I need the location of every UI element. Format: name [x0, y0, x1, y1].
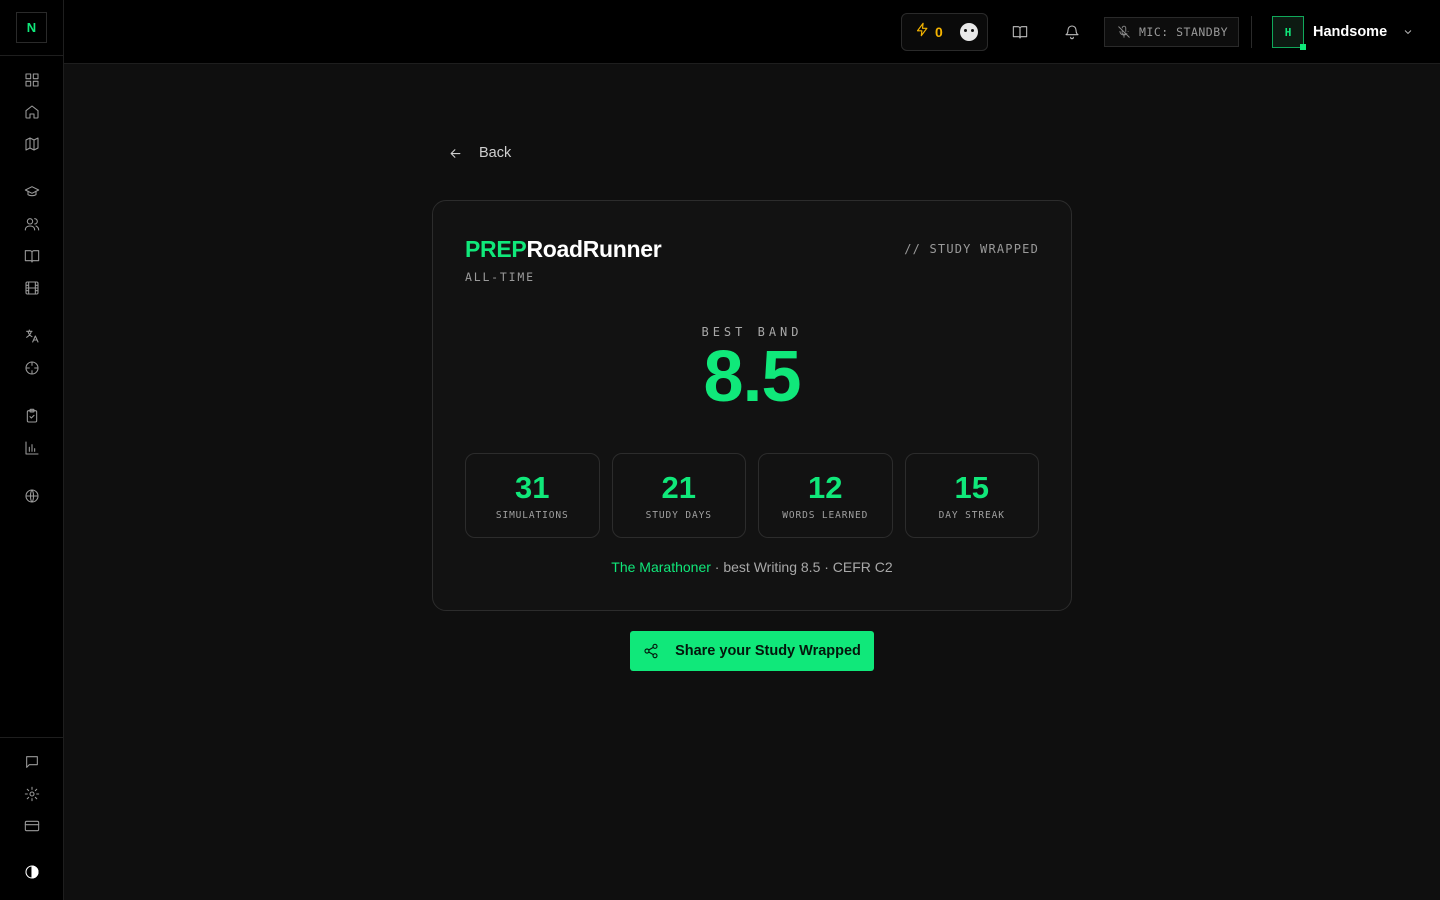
gear-icon[interactable]: [22, 784, 42, 804]
stat-value: 21: [661, 470, 696, 505]
clipboard-check-icon[interactable]: [22, 406, 42, 426]
energy-count: 0: [935, 24, 943, 40]
period-label: ALL-TIME: [465, 270, 535, 284]
stat-card: 15 DAY STREAK: [904, 453, 1039, 538]
mic-status-text: MIC: STANDBY: [1139, 25, 1229, 39]
avatar-initial: H: [1284, 25, 1292, 39]
energy-widget[interactable]: 0: [901, 13, 988, 51]
map-icon[interactable]: [22, 134, 42, 154]
stat-value: 12: [808, 470, 843, 505]
arrow-left-icon: [450, 148, 461, 158]
top-bar: 0 MIC: STANDBY H Handsome: [64, 0, 1440, 64]
summary-line: The Marathoner · best Writing 8.5 · CEFR…: [433, 559, 1071, 575]
dashboard-icon[interactable]: [22, 70, 42, 90]
persona-title: The Marathoner: [611, 559, 711, 575]
back-label: Back: [479, 145, 512, 161]
study-wrapped-tagline: // STUDY WRAPPED: [904, 242, 1039, 256]
brand-highlight: PREP: [465, 236, 527, 262]
film-icon[interactable]: [22, 278, 42, 298]
brand-title: PREPRoadRunner: [465, 236, 662, 263]
stat-label: WORDS LEARNED: [782, 510, 869, 521]
target-icon[interactable]: [22, 358, 42, 378]
mic-off-icon: [1118, 25, 1130, 38]
stat-value: 15: [954, 470, 989, 505]
user-menu[interactable]: H Handsome: [1272, 16, 1414, 50]
credit-card-icon[interactable]: [22, 816, 42, 836]
avatar: H: [1272, 16, 1306, 50]
stat-value: 31: [515, 470, 550, 505]
share-icon: [644, 643, 658, 659]
mic-status-button[interactable]: MIC: STANDBY: [1104, 17, 1239, 47]
topbar-divider: [1251, 16, 1252, 48]
logo-container: N: [0, 0, 63, 56]
stats-row: 31 SIMULATIONS 21 STUDY DAYS 12 WORDS LE…: [465, 453, 1039, 538]
stat-label: STUDY DAYS: [645, 510, 712, 521]
users-icon[interactable]: [22, 214, 42, 234]
translate-icon[interactable]: [22, 326, 42, 346]
bell-icon[interactable]: [1062, 22, 1082, 42]
share-label: Share your Study Wrapped: [675, 643, 861, 659]
study-wrapped-card: PREPRoadRunner ALL-TIME // STUDY WRAPPED…: [432, 200, 1072, 611]
home-icon[interactable]: [22, 102, 42, 122]
theme-toggle-icon[interactable]: [22, 862, 42, 882]
bar-chart-icon[interactable]: [22, 438, 42, 458]
sidebar: N: [0, 0, 64, 900]
summary-details: · best Writing 8.5 · CEFR C2: [710, 559, 893, 575]
app-logo[interactable]: N: [16, 12, 47, 43]
message-icon[interactable]: [22, 752, 42, 772]
best-band-value: 8.5: [703, 337, 801, 417]
globe-icon[interactable]: [22, 486, 42, 506]
stat-label: SIMULATIONS: [495, 510, 569, 521]
stat-label: DAY STREAK: [938, 510, 1005, 521]
chevron-down-icon: [1404, 30, 1412, 35]
stat-card: 21 STUDY DAYS: [611, 453, 746, 538]
back-button[interactable]: Back: [448, 145, 511, 161]
stat-card: 31 SIMULATIONS: [465, 453, 600, 538]
brand-rest: RoadRunner: [526, 236, 662, 262]
sidebar-divider: [0, 737, 64, 738]
book-open-icon[interactable]: [1010, 22, 1030, 42]
book-icon[interactable]: [22, 246, 42, 266]
user-name: Handsome: [1313, 24, 1388, 40]
stat-card: 12 WORDS LEARNED: [758, 453, 893, 538]
mascot-icon: [959, 23, 978, 41]
graduation-cap-icon[interactable]: [22, 182, 42, 202]
share-button[interactable]: Share your Study Wrapped: [630, 631, 874, 671]
online-indicator: [1300, 44, 1306, 50]
lightning-icon: [915, 22, 930, 42]
